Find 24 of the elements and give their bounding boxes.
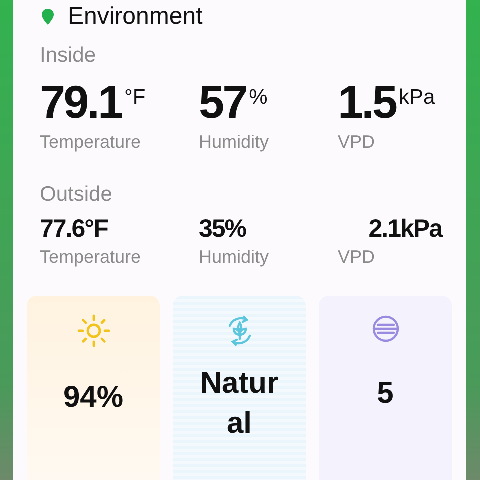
- metric-label: VPD: [338, 247, 376, 268]
- metric-label: Temperature: [40, 247, 142, 268]
- tile-value: 94%: [62, 380, 125, 416]
- status-tile[interactable]: Natural: [173, 296, 306, 480]
- tile-value: Natural: [199, 366, 280, 442]
- metric-value: 57$^{%}$: [199, 75, 268, 130]
- sun-icon: [76, 314, 110, 348]
- metric-value: 2.1kPa: [368, 214, 442, 245]
- section-label: Outside: [39, 182, 114, 207]
- metric-value: 35%: [199, 214, 246, 245]
- status-tile[interactable]: 94%: [27, 296, 160, 480]
- location-pin-icon: [42, 9, 54, 25]
- status-tile[interactable]: 5: [319, 296, 452, 480]
- metric-label: Humidity: [199, 247, 270, 268]
- lines-circle-icon: [370, 314, 400, 344]
- metric-value: 1.5$^{kPa}$: [338, 75, 436, 130]
- metric-value: 79.1$^{°F}$: [40, 75, 146, 130]
- section-label: Inside: [39, 43, 98, 68]
- metric-label: Temperature: [40, 132, 142, 153]
- metric-value: 77.6°F: [40, 214, 108, 245]
- metric-label: Humidity: [199, 132, 270, 153]
- metric-label: VPD: [338, 132, 376, 153]
- section-title: Environment: [68, 3, 203, 31]
- tile-value: 5: [376, 376, 395, 412]
